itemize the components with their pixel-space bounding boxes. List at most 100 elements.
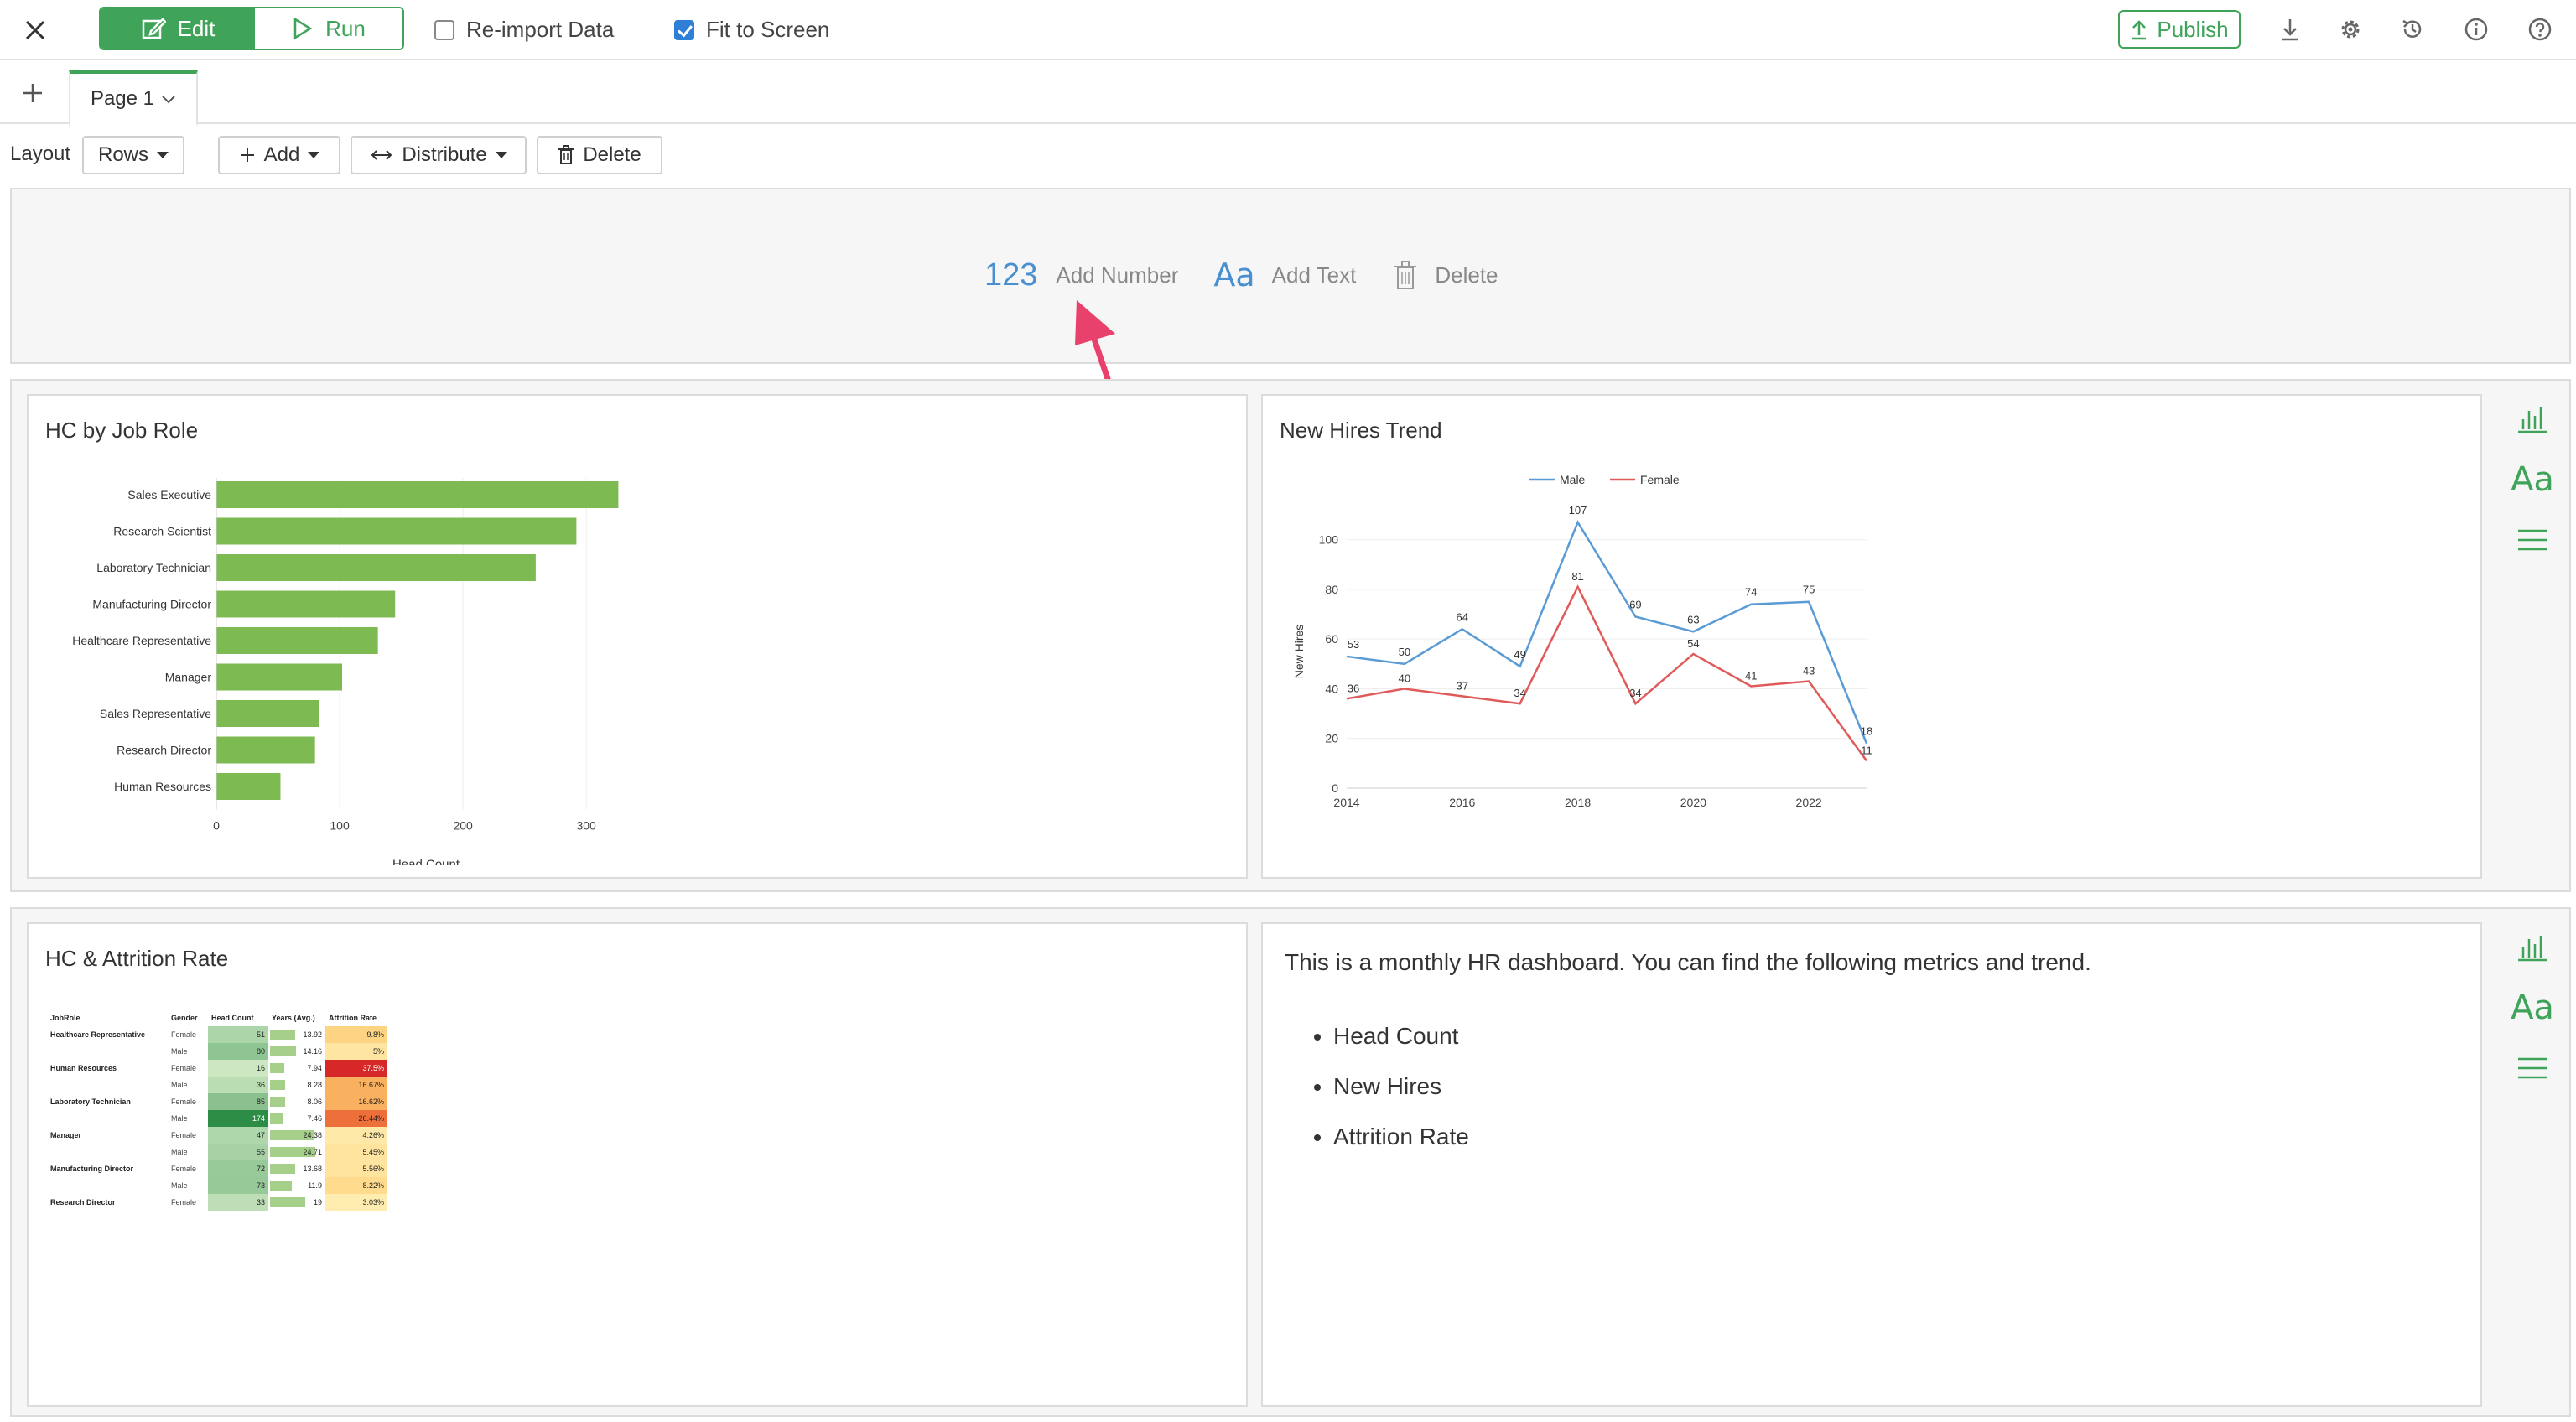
- y-tick-label: Research Scientist: [113, 525, 211, 538]
- gender-cell: Male: [171, 1047, 188, 1056]
- head-count-cell: 55: [208, 1144, 268, 1160]
- y-tick-label: Sales Representative: [100, 707, 211, 720]
- attrition-cell: 16.67%: [325, 1077, 387, 1093]
- data-label: 81: [1571, 570, 1583, 583]
- table-row: Male 36 8.28 16.67%: [47, 1077, 387, 1093]
- help-icon[interactable]: [2527, 17, 2553, 42]
- attrition-cell: 5%: [325, 1043, 387, 1060]
- text-icon[interactable]: Aa: [1213, 257, 1254, 293]
- menu-icon[interactable]: [2509, 1045, 2556, 1092]
- data-label: 53: [1348, 638, 1359, 651]
- menu-icon[interactable]: [2509, 516, 2556, 563]
- add-chart-icon[interactable]: [2509, 924, 2556, 971]
- delete-button[interactable]: Delete: [537, 136, 662, 174]
- bar: [216, 663, 342, 691]
- add-page-icon[interactable]: [22, 82, 44, 104]
- head-count-cell: 72: [208, 1160, 268, 1177]
- hc-attrition-table[interactable]: JobRole Gender Head Count Years (Avg.) A…: [47, 1009, 387, 1211]
- attrition-cell: 5.45%: [325, 1144, 387, 1160]
- series-line: [1346, 584, 1868, 762]
- gender-cell: Male: [171, 1081, 188, 1089]
- bar: [216, 554, 536, 581]
- x-tick-label: 200: [453, 819, 473, 833]
- hc-attrition-panel[interactable]: HC & Attrition Rate JobRole Gender Head …: [27, 922, 1248, 1407]
- tab-page-1-label: Page 1: [90, 87, 155, 110]
- years-cell: 24.38: [268, 1127, 325, 1144]
- add-chart-icon[interactable]: [2509, 396, 2556, 443]
- fit-to-screen-checkbox-box[interactable]: [674, 19, 694, 40]
- data-label: 34: [1514, 687, 1525, 699]
- years-value: 19: [313, 1198, 322, 1207]
- rows-dropdown[interactable]: Rows: [82, 136, 184, 174]
- years-bar: [270, 1097, 285, 1107]
- add-text-button[interactable]: Add Text: [1272, 262, 1357, 288]
- x-axis-label: Head Count: [392, 858, 460, 866]
- add-number-button[interactable]: Add Number: [1056, 262, 1178, 288]
- fit-to-screen-checkbox[interactable]: Fit to Screen: [674, 17, 829, 43]
- download-icon[interactable]: [2277, 17, 2303, 42]
- head-count-cell: 16: [208, 1060, 268, 1077]
- publish-button[interactable]: Publish: [2118, 10, 2241, 49]
- delete-row-button[interactable]: Delete: [1435, 262, 1498, 288]
- data-label: 63: [1687, 613, 1699, 625]
- hc-by-job-role-panel[interactable]: HC by Job Role 0 100 200 300 Sales Executive…: [27, 394, 1248, 879]
- number-icon[interactable]: 123: [984, 257, 1037, 293]
- new-hires-trend-chart[interactable]: 0 20 40 60 80 100 2014 2016 2018 2020 2022 New Hire…: [1263, 463, 1900, 865]
- y-tick-label: 40: [1325, 682, 1338, 695]
- add-text-icon[interactable]: Aa: [2509, 984, 2556, 1031]
- table-row: Human Resources Female 16 7.94 37.5%: [47, 1060, 387, 1077]
- edit-button[interactable]: Edit: [101, 8, 255, 49]
- reimport-checkbox-box[interactable]: [434, 19, 454, 40]
- attrition-cell: 16.62%: [325, 1093, 387, 1110]
- head-count-cell: 51: [208, 1026, 268, 1043]
- column-header: JobRole: [50, 1014, 80, 1022]
- role-cell: [47, 1144, 168, 1160]
- history-icon[interactable]: [2400, 17, 2425, 42]
- add-dropdown[interactable]: Add: [218, 136, 340, 174]
- legend-label: Female: [1640, 473, 1680, 486]
- years-cell: 7.94: [268, 1060, 325, 1077]
- hc-by-job-role-chart[interactable]: 0 100 200 300 Sales Executive Research Scient…: [29, 463, 666, 865]
- number-row[interactable]: 123 Add Number Aa Add Text Delete: [10, 188, 2571, 364]
- years-value: 7.46: [307, 1114, 322, 1123]
- caret-down-icon: [157, 152, 169, 158]
- data-label: 41: [1745, 669, 1757, 682]
- years-bar: [270, 1080, 285, 1090]
- run-button[interactable]: Run: [255, 8, 402, 49]
- reimport-checkbox[interactable]: Re-import Data: [434, 17, 614, 43]
- close-icon[interactable]: [22, 17, 49, 44]
- hamburger-icon: [2518, 1057, 2547, 1079]
- new-hires-trend-panel[interactable]: New Hires Trend 0 20 40 60 80 100 2014 2016 2018…: [1261, 394, 2482, 879]
- gear-icon[interactable]: [2338, 17, 2363, 42]
- bar: [216, 773, 281, 800]
- attrition-cell: 5.56%: [325, 1160, 387, 1177]
- gender-cell: Female: [171, 1131, 197, 1139]
- head-count-cell: 174: [208, 1110, 268, 1127]
- hamburger-icon: [2518, 529, 2547, 551]
- run-label: Run: [325, 15, 366, 41]
- y-tick-label: Manager: [165, 671, 212, 684]
- role-cell: [47, 1077, 168, 1093]
- y-tick-label: 60: [1325, 632, 1338, 646]
- description-text-panel[interactable]: This is a monthly HR dashboard. You can …: [1261, 922, 2482, 1407]
- info-icon[interactable]: [2464, 17, 2489, 42]
- table-row: Male 73 11.9 8.22%: [47, 1177, 387, 1194]
- bar: [216, 517, 577, 545]
- x-tick-label: 2018: [1565, 796, 1591, 809]
- data-label: 37: [1457, 679, 1468, 692]
- attrition-cell: 37.5%: [325, 1060, 387, 1077]
- distribute-dropdown[interactable]: Distribute: [351, 136, 527, 174]
- bar: [216, 736, 315, 764]
- table-row: Male 55 24.71 5.45%: [47, 1144, 387, 1160]
- tab-page-1[interactable]: Page 1: [69, 70, 198, 126]
- x-tick-label: 100: [330, 819, 350, 833]
- head-count-cell: 47: [208, 1127, 268, 1144]
- panel-title: HC & Attrition Rate: [45, 946, 229, 971]
- trash-icon[interactable]: [1393, 260, 1418, 290]
- bar-chart-icon: [2518, 407, 2547, 433]
- layout-label: Layout: [10, 143, 71, 165]
- bar: [216, 481, 619, 508]
- y-tick-label: 20: [1325, 732, 1338, 745]
- years-bar: [270, 1030, 295, 1040]
- add-text-icon[interactable]: Aa: [2509, 456, 2556, 503]
